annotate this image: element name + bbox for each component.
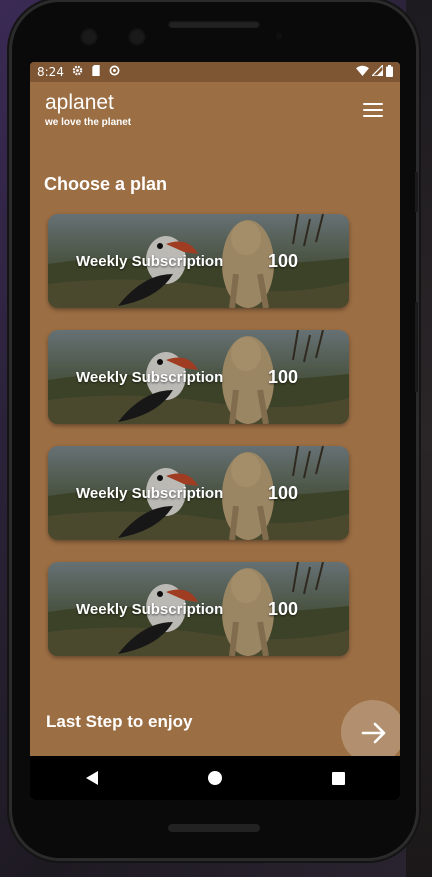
app-subtitle: we love the planet — [45, 117, 132, 128]
sd-card-icon — [91, 65, 101, 79]
app-title: aplanet — [45, 91, 114, 114]
plan-price: 100 — [268, 599, 299, 619]
front-sensor — [128, 28, 146, 46]
plan-card[interactable]: Weekly Subscription 100 — [48, 562, 349, 656]
section-title: Choose a plan — [44, 174, 168, 194]
plan-name: Weekly Subscription — [76, 601, 224, 618]
app-bar: aplanet we love the planet — [30, 82, 400, 152]
battery-icon — [386, 64, 393, 80]
last-step-text: Last Step to enjoy — [46, 712, 193, 731]
proximity-sensor — [274, 31, 284, 41]
gear-icon — [72, 65, 83, 79]
plan-list: Weekly Subscription 100 Weekly Subscript… — [48, 214, 349, 678]
arrow-right-icon — [361, 722, 386, 744]
power-button — [415, 172, 418, 212]
status-time: 8:24 — [37, 65, 64, 79]
signal-icon — [370, 63, 384, 79]
home-icon — [207, 771, 222, 785]
wifi-icon — [356, 65, 369, 79]
back-icon — [85, 771, 98, 785]
recents-button[interactable] — [318, 758, 358, 798]
volume-button — [415, 302, 418, 392]
navigation-bar — [30, 756, 400, 800]
plan-card[interactable]: Weekly Subscription 100 — [48, 214, 349, 308]
earpiece-speaker — [168, 20, 260, 28]
plan-price: 100 — [268, 483, 299, 503]
home-button[interactable] — [195, 758, 235, 798]
plan-name: Weekly Subscription — [76, 253, 224, 270]
front-camera — [80, 28, 98, 46]
app-screen: 8:24 aplanet we love the planet Choose a… — [30, 62, 400, 800]
bottom-speaker — [168, 824, 260, 832]
back-button[interactable] — [72, 758, 112, 798]
next-button[interactable] — [341, 700, 400, 764]
recents-icon — [331, 771, 345, 785]
plan-card[interactable]: Weekly Subscription 100 — [48, 446, 349, 540]
plan-price: 100 — [268, 251, 299, 271]
plan-name: Weekly Subscription — [76, 485, 224, 502]
data-saver-icon — [109, 65, 120, 79]
plan-name: Weekly Subscription — [76, 369, 224, 386]
hamburger-menu-icon[interactable] — [363, 103, 383, 119]
plan-price: 100 — [268, 367, 299, 387]
plan-card[interactable]: Weekly Subscription 100 — [48, 330, 349, 424]
status-bar: 8:24 — [30, 62, 400, 82]
